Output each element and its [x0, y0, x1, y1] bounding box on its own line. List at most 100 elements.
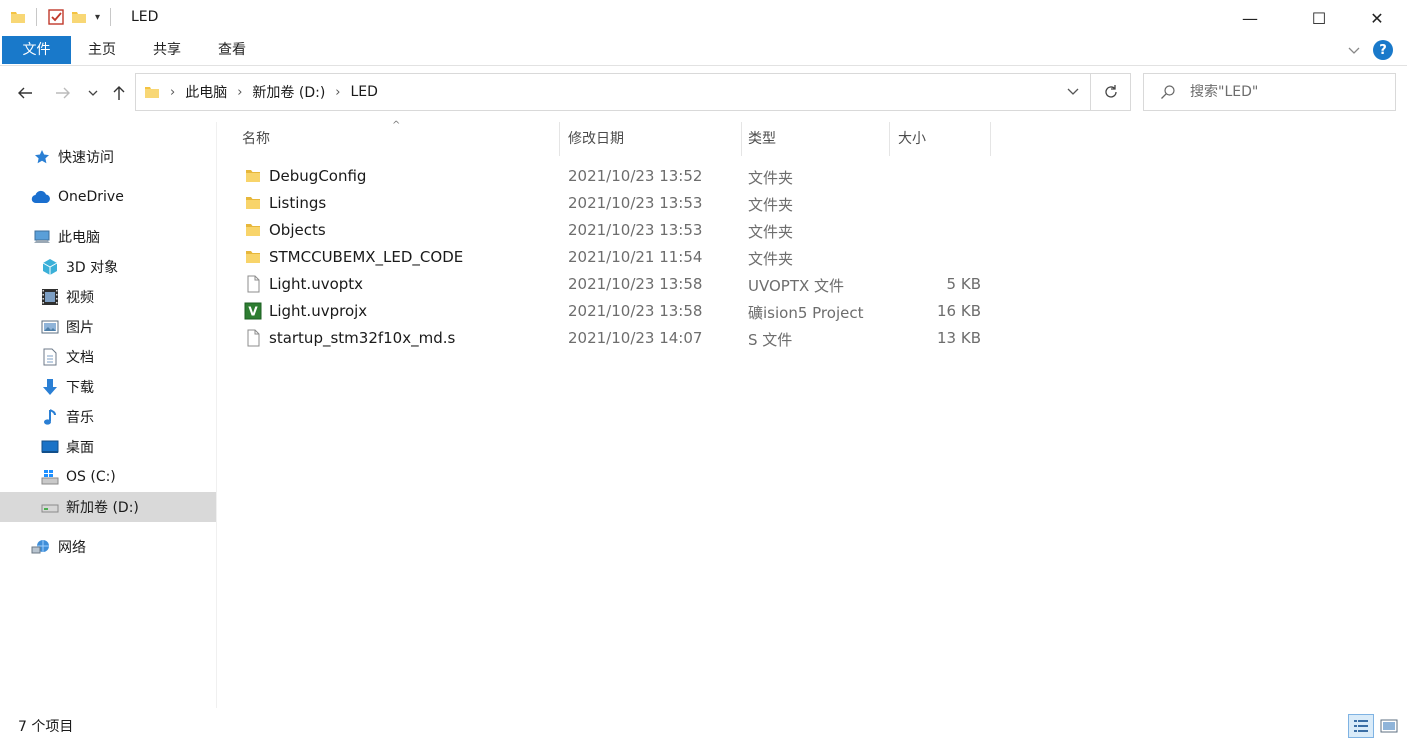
- tab-home[interactable]: 主页: [71, 36, 133, 64]
- properties-checkmark-icon[interactable]: [47, 8, 65, 26]
- file-row[interactable]: V Light.uvprojx 2021/10/23 13:58 礦ision5…: [238, 298, 990, 325]
- file-size: 16 KB: [937, 302, 981, 320]
- sidebar-item-os-c[interactable]: OS (C:): [0, 462, 216, 492]
- address-bar[interactable]: › 此电脑 › 新加卷 (D:) › LED: [135, 73, 1091, 111]
- forward-arrow-icon[interactable]: [51, 79, 75, 107]
- tab-file[interactable]: 文件: [2, 36, 71, 64]
- file-type: 文件夹: [748, 250, 794, 268]
- windows-drive-icon: [41, 468, 59, 486]
- tab-view[interactable]: 查看: [201, 36, 263, 64]
- sidebar-item-3d-objects[interactable]: 3D 对象: [0, 252, 216, 282]
- file-type: 文件夹: [748, 196, 794, 214]
- star-icon: [33, 148, 51, 166]
- file-type: 文件夹: [748, 169, 794, 187]
- cloud-icon: [31, 188, 51, 206]
- sidebar-item-label: 视频: [66, 290, 94, 306]
- toolbar-divider: [36, 8, 37, 26]
- sidebar-item-this-pc[interactable]: 此电脑: [0, 222, 216, 252]
- sidebar-item-downloads[interactable]: 下载: [0, 372, 216, 402]
- address-history-chevron-icon[interactable]: [1066, 84, 1080, 98]
- column-header-date[interactable]: 修改日期: [562, 122, 742, 156]
- sidebar-item-videos[interactable]: 视频: [0, 282, 216, 312]
- folder-icon: [246, 224, 260, 236]
- network-icon: [31, 538, 51, 556]
- file-date: 2021/10/23 13:58: [568, 302, 703, 320]
- download-arrow-icon: [41, 378, 59, 396]
- file-row[interactable]: STMCCUBEMX_LED_CODE 2021/10/21 11:54 文件夹: [238, 244, 990, 271]
- file-name: DebugConfig: [269, 167, 367, 185]
- help-icon[interactable]: ?: [1373, 40, 1393, 60]
- sidebar-item-label: 此电脑: [58, 230, 100, 246]
- file-type: 礦ision5 Project: [748, 304, 864, 322]
- new-folder-icon[interactable]: [71, 9, 87, 25]
- breadcrumb-chevron-icon[interactable]: ›: [237, 85, 242, 100]
- sidebar-item-label: 网络: [58, 540, 86, 556]
- sidebar-item-documents[interactable]: 文档: [0, 342, 216, 372]
- navigation-pane: 快速访问 OneDrive 此电脑 3D 对象 视频 图片 文档 下载 音乐 桌…: [0, 122, 217, 708]
- search-input[interactable]: [1190, 84, 1390, 100]
- close-button[interactable]: ✕: [1354, 0, 1400, 36]
- file-row[interactable]: startup_stm32f10x_md.s 2021/10/23 14:07 …: [238, 325, 990, 352]
- sidebar-item-pictures[interactable]: 图片: [0, 312, 216, 342]
- picture-icon: [41, 318, 59, 336]
- folder-icon: [246, 197, 260, 209]
- expand-ribbon-chevron-icon[interactable]: [1347, 43, 1361, 57]
- up-arrow-icon[interactable]: [107, 79, 131, 107]
- file-name: Listings: [269, 194, 327, 212]
- file-date: 2021/10/23 13:53: [568, 221, 703, 239]
- sidebar-item-label: 3D 对象: [66, 260, 119, 276]
- sidebar-item-music[interactable]: 音乐: [0, 402, 216, 432]
- back-arrow-icon[interactable]: [13, 79, 37, 107]
- refresh-button[interactable]: [1091, 73, 1131, 111]
- breadcrumb-chevron-icon[interactable]: ›: [170, 85, 175, 100]
- sidebar-item-label: 音乐: [66, 410, 94, 426]
- svg-text:V: V: [248, 305, 258, 319]
- file-row[interactable]: DebugConfig 2021/10/23 13:52 文件夹: [238, 163, 990, 190]
- file-name: startup_stm32f10x_md.s: [269, 329, 456, 347]
- file-name: STMCCUBEMX_LED_CODE: [269, 248, 464, 266]
- sidebar-item-desktop[interactable]: 桌面: [0, 432, 216, 462]
- breadcrumb-drive-d[interactable]: 新加卷 (D:): [252, 82, 325, 102]
- file-date: 2021/10/23 14:07: [568, 329, 703, 347]
- file-row[interactable]: Listings 2021/10/23 13:53 文件夹: [238, 190, 990, 217]
- sidebar-item-new-volume-d[interactable]: 新加卷 (D:): [0, 492, 216, 522]
- breadcrumb-led[interactable]: LED: [350, 84, 377, 100]
- recent-locations-chevron-icon[interactable]: [82, 79, 104, 107]
- navigation-bar: › 此电脑 › 新加卷 (D:) › LED: [0, 67, 1407, 121]
- minimize-button[interactable]: —: [1227, 0, 1273, 36]
- quick-access-toolbar: ▾: [10, 8, 115, 26]
- file-type: S 文件: [748, 331, 793, 349]
- file-date: 2021/10/21 11:54: [568, 248, 703, 266]
- file-size: 5 KB: [946, 275, 981, 293]
- sidebar-item-quick-access[interactable]: 快速访问: [0, 142, 216, 172]
- file-date: 2021/10/23 13:53: [568, 194, 703, 212]
- column-header-size[interactable]: 大小: [892, 122, 991, 156]
- sidebar-item-label: 文档: [66, 350, 94, 366]
- refresh-icon: [1104, 85, 1117, 98]
- large-icons-view-button[interactable]: [1376, 714, 1402, 738]
- file-date: 2021/10/23 13:58: [568, 275, 703, 293]
- folder-icon: [246, 170, 260, 182]
- file-row[interactable]: Light.uvoptx 2021/10/23 13:58 UVOPTX 文件 …: [238, 271, 990, 298]
- status-bar: 7 个项目: [0, 708, 1407, 741]
- maximize-button[interactable]: ☐: [1296, 0, 1342, 36]
- breadcrumb-this-pc[interactable]: 此电脑: [185, 82, 227, 102]
- column-header-type[interactable]: 类型: [742, 122, 890, 156]
- search-icon: [1161, 85, 1175, 99]
- file-row[interactable]: Objects 2021/10/23 13:53 文件夹: [238, 217, 990, 244]
- file-size: 13 KB: [937, 329, 981, 347]
- title-bar: ▾ LED — ☐ ✕: [0, 0, 1407, 36]
- sidebar-item-onedrive[interactable]: OneDrive: [0, 182, 216, 212]
- customize-toolbar-dropdown-icon[interactable]: ▾: [95, 12, 100, 23]
- tab-share[interactable]: 共享: [136, 36, 198, 64]
- file-type: 文件夹: [748, 223, 794, 241]
- breadcrumb-chevron-icon[interactable]: ›: [335, 85, 340, 100]
- file-name: Light.uvoptx: [269, 275, 364, 293]
- details-view-button[interactable]: [1348, 714, 1374, 738]
- folder-icon: [145, 87, 159, 98]
- film-icon: [41, 288, 59, 306]
- sidebar-item-network[interactable]: 网络: [0, 532, 216, 562]
- search-box[interactable]: [1143, 73, 1396, 111]
- column-header-name[interactable]: 名称: [236, 122, 560, 156]
- sidebar-item-label: OneDrive: [58, 189, 124, 205]
